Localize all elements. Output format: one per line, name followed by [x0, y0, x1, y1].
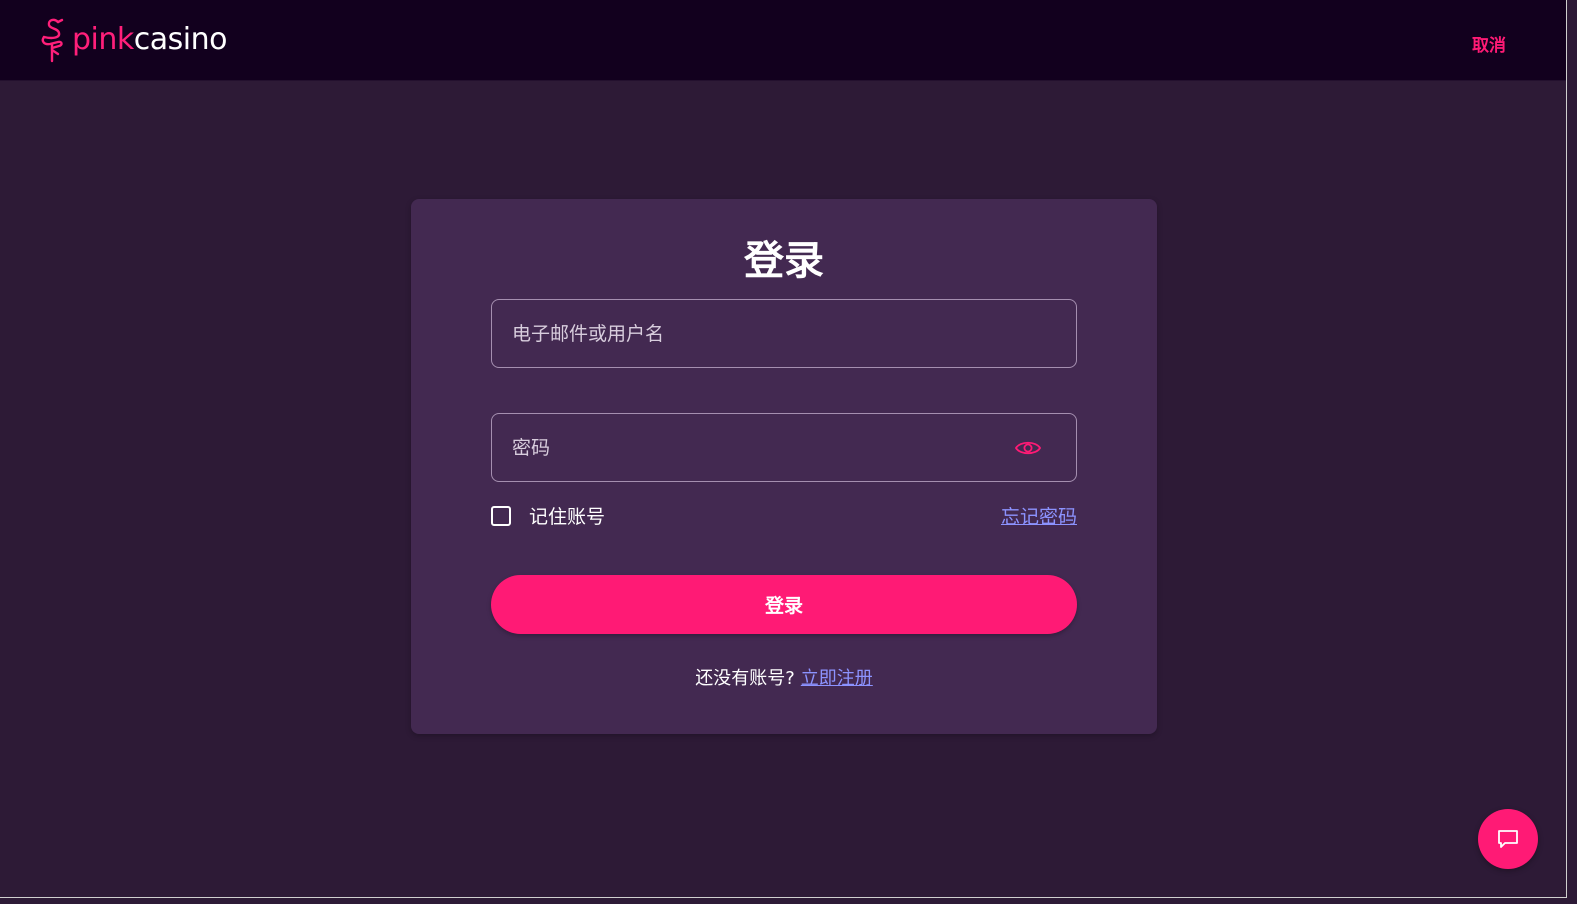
flamingo-icon: [41, 18, 64, 63]
remember-label[interactable]: 记住账号: [529, 505, 605, 529]
signup-link[interactable]: 立即注册: [801, 668, 873, 689]
remember-checkbox[interactable]: [491, 506, 511, 526]
password-input[interactable]: [492, 414, 1076, 481]
top-bar: pinkcasino 取消: [0, 0, 1566, 81]
logo-text-casino: casino: [133, 22, 228, 57]
login-button[interactable]: 登录: [491, 575, 1077, 634]
remember-row: 记住账号 忘记密码: [491, 505, 1077, 531]
email-input[interactable]: [492, 300, 1076, 367]
chat-bubble-icon: [1498, 830, 1518, 848]
eye-icon[interactable]: [1014, 436, 1042, 460]
chat-button[interactable]: [1478, 809, 1538, 869]
logo-wordmark: pinkcasino: [72, 25, 227, 55]
signup-row: 还没有账号? 立即注册: [411, 667, 1157, 691]
signup-prompt: 还没有账号?: [695, 668, 795, 689]
login-title: 登录: [744, 238, 824, 284]
cancel-link[interactable]: 取消: [1472, 31, 1506, 56]
app-window: pinkcasino 取消 登录 记住账号 忘记密码 登录 还没有账号? 立即注册: [0, 0, 1567, 898]
email-field: [491, 299, 1077, 368]
logo-text-pink: pink: [72, 22, 134, 57]
login-card: 登录 记住账号 忘记密码 登录 还没有账号? 立即注册: [411, 199, 1157, 734]
pinkcasino-logo[interactable]: pinkcasino: [38, 17, 227, 63]
password-field: [491, 413, 1077, 482]
forgot-password-link[interactable]: 忘记密码: [1001, 505, 1077, 529]
